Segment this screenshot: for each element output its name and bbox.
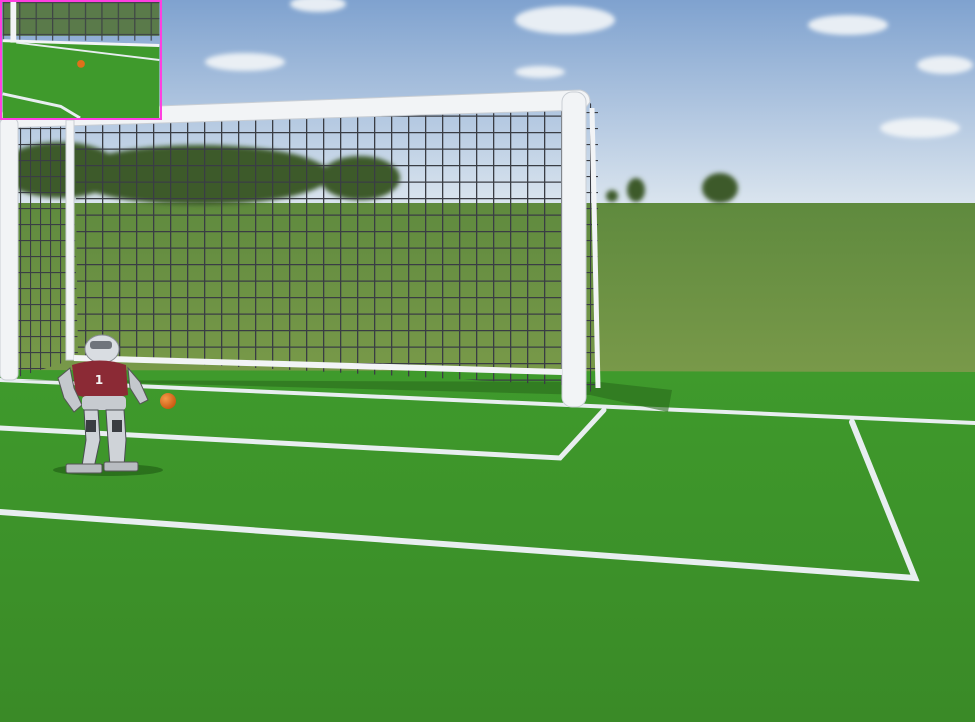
goal-net xyxy=(75,108,570,385)
camera-inset xyxy=(0,0,162,120)
inset-ball xyxy=(77,60,85,68)
ball xyxy=(160,393,176,409)
jersey-number: 1 xyxy=(95,373,103,387)
camera-inset-view xyxy=(2,2,160,118)
inset-net xyxy=(2,2,160,41)
